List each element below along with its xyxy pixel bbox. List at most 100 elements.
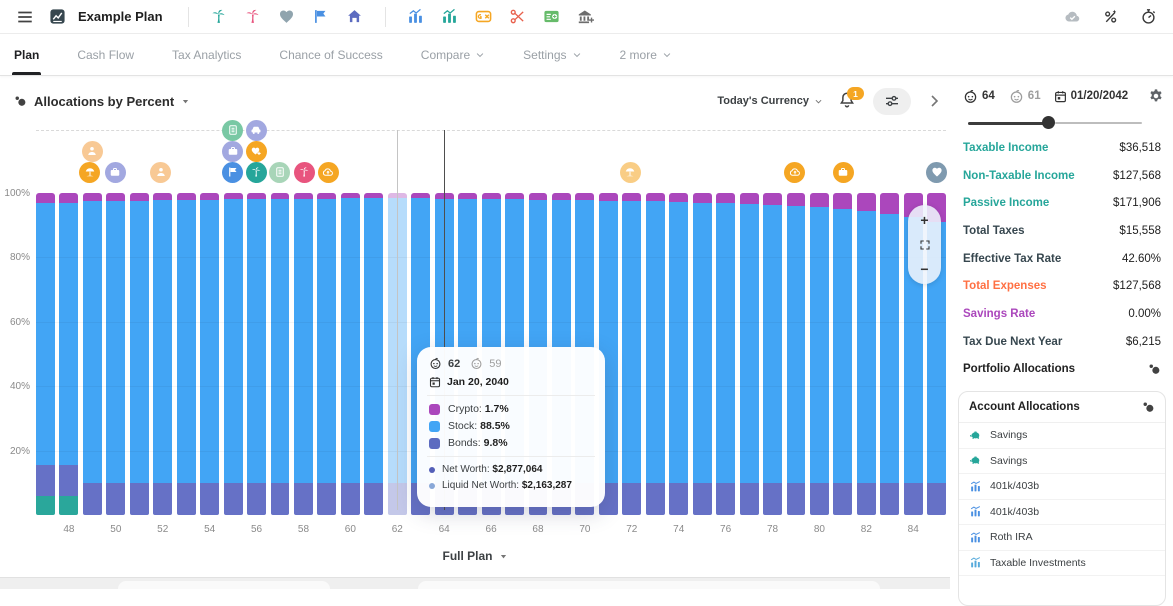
timeline-slider[interactable] bbox=[968, 116, 1142, 130]
account-allocations-header[interactable]: Account Allocations bbox=[959, 392, 1165, 423]
tax-tool-button[interactable] bbox=[473, 6, 495, 28]
bonds-segment bbox=[787, 483, 806, 515]
metric-taxable-income[interactable]: Taxable Income$36,518 bbox=[963, 134, 1161, 162]
retirement-milestone[interactable] bbox=[79, 162, 100, 183]
tab-chance-of-success[interactable]: Chance of Success bbox=[279, 34, 382, 75]
taxable-investments-account-row[interactable]: Taxable Investments bbox=[959, 551, 1165, 577]
plan-range-selector[interactable]: Full Plan bbox=[442, 549, 507, 563]
metric-savings-rate[interactable]: Savings Rate0.00% bbox=[963, 300, 1161, 328]
tab-cash-flow[interactable]: Cash Flow bbox=[77, 34, 134, 75]
bar-age-62[interactable]: 62 bbox=[388, 193, 407, 515]
collapse-panel-chevron[interactable] bbox=[926, 93, 942, 109]
bar-age-72[interactable]: 72 bbox=[622, 193, 641, 515]
metric-effective-tax-rate[interactable]: Effective Tax Rate42.60% bbox=[963, 245, 1161, 273]
bar-age-49[interactable] bbox=[83, 193, 102, 515]
job-event-milestone[interactable] bbox=[105, 162, 126, 183]
bar-age-77[interactable] bbox=[740, 193, 759, 515]
bar-age-83[interactable] bbox=[880, 193, 899, 515]
goal-event-milestone[interactable] bbox=[222, 162, 243, 183]
health-heart-button[interactable] bbox=[276, 6, 298, 28]
bar-age-59[interactable] bbox=[317, 193, 336, 515]
chart-blue-button[interactable] bbox=[405, 6, 427, 28]
career-event-milestone[interactable] bbox=[222, 141, 243, 162]
chart-green-button[interactable] bbox=[439, 6, 461, 28]
bar-age-78[interactable]: 78 bbox=[763, 193, 782, 515]
car-purchase-milestone[interactable] bbox=[246, 120, 267, 141]
bar-age-80[interactable]: 80 bbox=[810, 193, 829, 515]
tab-2-more[interactable]: 2 more bbox=[620, 34, 672, 75]
timer-button[interactable] bbox=[1137, 6, 1159, 28]
bar-age-73[interactable] bbox=[646, 193, 665, 515]
document-event-2-milestone[interactable] bbox=[269, 162, 290, 183]
transfer-event-milestone[interactable] bbox=[318, 162, 339, 183]
home-button[interactable] bbox=[344, 6, 366, 28]
work-event-milestone[interactable] bbox=[833, 162, 854, 183]
cloud-sync-button[interactable] bbox=[1061, 6, 1083, 28]
bank-add-button[interactable] bbox=[575, 6, 597, 28]
tab-tax-analytics[interactable]: Tax Analytics bbox=[172, 34, 241, 75]
palm-tree-teal-button[interactable] bbox=[208, 6, 230, 28]
badge-card-button[interactable] bbox=[541, 6, 563, 28]
zoom-in-button[interactable]: + bbox=[916, 211, 934, 229]
chart-type-selector[interactable]: Allocations by Percent bbox=[14, 94, 190, 109]
slider-handle[interactable] bbox=[1042, 116, 1055, 129]
gear-icon[interactable] bbox=[1148, 88, 1164, 104]
bar-age-48[interactable]: 48 bbox=[59, 193, 78, 515]
bar-age-61[interactable] bbox=[364, 193, 383, 515]
bar-age-60[interactable]: 60 bbox=[341, 193, 360, 515]
bar-age-79[interactable] bbox=[787, 193, 806, 515]
savings-account-2-row[interactable]: Savings bbox=[959, 449, 1165, 475]
bar-age-75[interactable] bbox=[693, 193, 712, 515]
roth-ira-account-row[interactable]: Roth IRA bbox=[959, 525, 1165, 551]
bonds-segment bbox=[59, 465, 78, 496]
portfolio-allocations-row[interactable]: Portfolio Allocations bbox=[963, 356, 1161, 384]
bar-age-54[interactable]: 54 bbox=[200, 193, 219, 515]
bar-age-52[interactable]: 52 bbox=[153, 193, 172, 515]
person-event-2-milestone[interactable] bbox=[150, 162, 171, 183]
bar-age-76[interactable]: 76 bbox=[716, 193, 735, 515]
bar-age-82[interactable]: 82 bbox=[857, 193, 876, 515]
zoom-out-button[interactable]: − bbox=[916, 260, 934, 278]
tooltip-age-primary: 62 bbox=[448, 358, 460, 370]
currency-selector[interactable]: Today's Currency bbox=[717, 95, 823, 107]
zoom-reset-button[interactable] bbox=[916, 236, 934, 254]
metric-passive-income[interactable]: Passive Income$171,906 bbox=[963, 189, 1161, 217]
401k-account-row[interactable]: 401k/403b bbox=[959, 474, 1165, 500]
bar-age-57[interactable] bbox=[271, 193, 290, 515]
bar-age-81[interactable] bbox=[833, 193, 852, 515]
document-event-milestone[interactable] bbox=[222, 120, 243, 141]
menu-button[interactable] bbox=[14, 6, 36, 28]
bar-age-58[interactable]: 58 bbox=[294, 193, 313, 515]
tab-compare[interactable]: Compare bbox=[421, 34, 485, 75]
bar-age-51[interactable] bbox=[130, 193, 149, 515]
palm-tree-pink-button[interactable] bbox=[242, 6, 264, 28]
metric-non-taxable-income[interactable]: Non-Taxable Income$127,568 bbox=[963, 162, 1161, 190]
retirement-2-milestone[interactable] bbox=[620, 162, 641, 183]
date-picker[interactable]: 01/20/2042 bbox=[1054, 90, 1129, 103]
tab-plan[interactable]: Plan bbox=[14, 34, 39, 75]
savings-account-row[interactable]: Savings bbox=[959, 423, 1165, 449]
transfer-event-2-milestone[interactable] bbox=[784, 162, 805, 183]
account-label: 401k/403b bbox=[990, 480, 1039, 492]
bar-age-47[interactable] bbox=[36, 193, 55, 515]
metric-tax-due-next-year[interactable]: Tax Due Next Year$6,215 bbox=[963, 328, 1161, 356]
health-event-milestone[interactable] bbox=[926, 162, 947, 183]
cut-tool-button[interactable] bbox=[507, 6, 529, 28]
401k-account-2-row[interactable]: 401k/403b bbox=[959, 500, 1165, 526]
bar-age-50[interactable]: 50 bbox=[106, 193, 125, 515]
notifications-button[interactable]: 1 bbox=[838, 91, 858, 111]
vacation-event-2-milestone[interactable] bbox=[294, 162, 315, 183]
chart-settings-button[interactable] bbox=[873, 88, 911, 115]
metric-total-taxes[interactable]: Total Taxes$15,558 bbox=[963, 217, 1161, 245]
vacation-event-milestone[interactable] bbox=[246, 162, 267, 183]
bar-age-53[interactable] bbox=[177, 193, 196, 515]
metric-total-expenses[interactable]: Total Expenses$127,568 bbox=[963, 272, 1161, 300]
goal-flag-button[interactable] bbox=[310, 6, 332, 28]
percent-magic-button[interactable] bbox=[1099, 6, 1121, 28]
tab-settings[interactable]: Settings bbox=[523, 34, 581, 75]
bar-age-56[interactable]: 56 bbox=[247, 193, 266, 515]
healthcare-event-milestone[interactable] bbox=[246, 141, 267, 162]
bar-age-74[interactable]: 74 bbox=[669, 193, 688, 515]
person-event-milestone[interactable] bbox=[82, 141, 103, 162]
bar-age-55[interactable] bbox=[224, 193, 243, 515]
